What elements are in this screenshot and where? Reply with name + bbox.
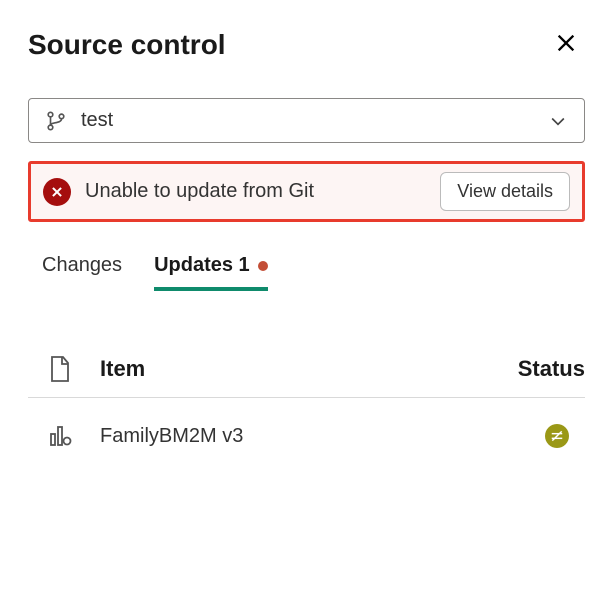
file-icon bbox=[48, 355, 72, 383]
branch-dropdown[interactable]: test bbox=[28, 98, 585, 143]
tab-updates[interactable]: Updates 1 bbox=[154, 246, 268, 285]
item-name: FamilyBM2M v3 bbox=[100, 425, 545, 448]
error-icon bbox=[43, 178, 71, 206]
close-button[interactable] bbox=[547, 26, 585, 64]
tab-changes[interactable]: Changes bbox=[42, 246, 122, 285]
column-status-header: Status bbox=[518, 356, 585, 382]
column-item-header: Item bbox=[100, 356, 518, 382]
branch-icon bbox=[45, 110, 67, 132]
branch-name: test bbox=[81, 109, 548, 132]
view-details-button[interactable]: View details bbox=[440, 172, 570, 211]
table-row[interactable]: FamilyBM2M v3 bbox=[28, 398, 585, 468]
close-icon bbox=[555, 32, 577, 54]
updates-indicator-dot bbox=[258, 261, 268, 271]
error-message: Unable to update from Git bbox=[85, 180, 440, 203]
status-badge bbox=[545, 424, 569, 448]
sync-conflict-icon bbox=[550, 429, 564, 443]
tabs: Changes Updates 1 bbox=[28, 246, 585, 285]
tab-changes-label: Changes bbox=[42, 254, 122, 277]
semantic-model-icon bbox=[48, 424, 72, 448]
page-title: Source control bbox=[28, 29, 226, 61]
table-header: Item Status bbox=[28, 345, 585, 398]
tab-updates-label: Updates 1 bbox=[154, 254, 250, 277]
chevron-down-icon bbox=[548, 111, 568, 131]
error-banner: Unable to update from Git View details bbox=[28, 161, 585, 222]
